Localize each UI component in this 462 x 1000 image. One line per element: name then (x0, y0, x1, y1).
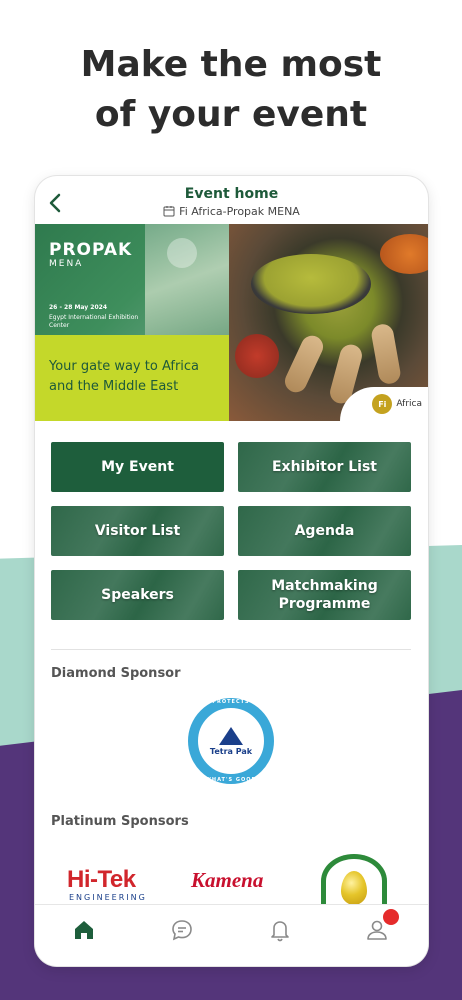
section-divider (51, 649, 411, 650)
home-icon (75, 921, 93, 939)
tile-visitor-list[interactable]: Visitor List (51, 506, 224, 556)
chat-icon (172, 920, 192, 941)
oil-drop-icon (341, 870, 367, 905)
diamond-sponsor-title: Diamond Sponsor (51, 666, 181, 681)
event-banner: PROPAK MENA 26 - 28 May 2024 Egypt Inter… (35, 224, 428, 421)
phone-frame: Event home Fi Africa-Propak MENA PROPAK … (35, 176, 428, 966)
top-bar: Event home Fi Africa-Propak MENA (35, 176, 428, 224)
tile-speakers[interactable]: Speakers (51, 570, 224, 620)
nav-chat[interactable] (169, 917, 195, 943)
banner-date-venue: 26 - 28 May 2024 Egypt International Exh… (49, 304, 159, 330)
back-button[interactable] (45, 192, 65, 216)
headline-line-2: of your event (94, 94, 368, 135)
event-name-row: Fi Africa-Propak MENA (163, 205, 300, 218)
banner-tagline: Your gate way to Africa and the Middle E… (49, 359, 200, 394)
tile-matchmaking-programme[interactable]: Matchmaking Programme (238, 570, 411, 620)
calendar-icon (163, 206, 175, 217)
nav-notifications[interactable] (267, 917, 293, 943)
notification-badge (383, 909, 399, 925)
tile-exhibitor-list[interactable]: Exhibitor List (238, 442, 411, 492)
bell-icon (271, 921, 289, 942)
promo-headline: Make the most of your event (0, 40, 462, 140)
fi-logo-icon: Fi (372, 394, 393, 414)
propak-logo: PROPAK (49, 240, 133, 260)
tetra-pak-triangle-icon (219, 726, 243, 745)
banner-date: 26 - 28 May 2024 (49, 304, 107, 311)
event-name: Fi Africa-Propak MENA (179, 204, 300, 218)
hi-tek-logo[interactable]: Hi-Tek (67, 866, 136, 894)
kamena-logo[interactable]: Kamena (191, 868, 263, 893)
banner-venue: Egypt International Exhibition Center (49, 314, 139, 329)
tetra-pak-logo[interactable]: PROTECTS Tetra Pak WHAT'S GOOD (188, 698, 274, 784)
oil-drop-logo[interactable] (321, 854, 387, 908)
banner-left-panel: PROPAK MENA 26 - 28 May 2024 Egypt Inter… (35, 224, 229, 421)
tetra-pak-name: Tetra Pak (209, 746, 253, 756)
headline-line-1: Make the most (80, 44, 382, 85)
fi-africa-label: Africa (396, 399, 422, 409)
platinum-sponsors-title: Platinum Sponsors (51, 814, 189, 829)
tile-my-event[interactable]: My Event (51, 442, 224, 492)
hi-tek-logo-sub: ENGINEERING (69, 893, 147, 902)
propak-logo-sub: MENA (49, 259, 84, 269)
chevron-left-icon (49, 193, 61, 213)
bottom-navigation (35, 904, 428, 966)
nav-home[interactable] (71, 917, 97, 943)
page-title: Event home (184, 186, 279, 202)
tetra-ring-top-text: PROTECTS (212, 699, 250, 705)
tile-agenda[interactable]: Agenda (238, 506, 411, 556)
tetra-ring-bottom-text: WHAT'S GOOD (205, 777, 257, 783)
